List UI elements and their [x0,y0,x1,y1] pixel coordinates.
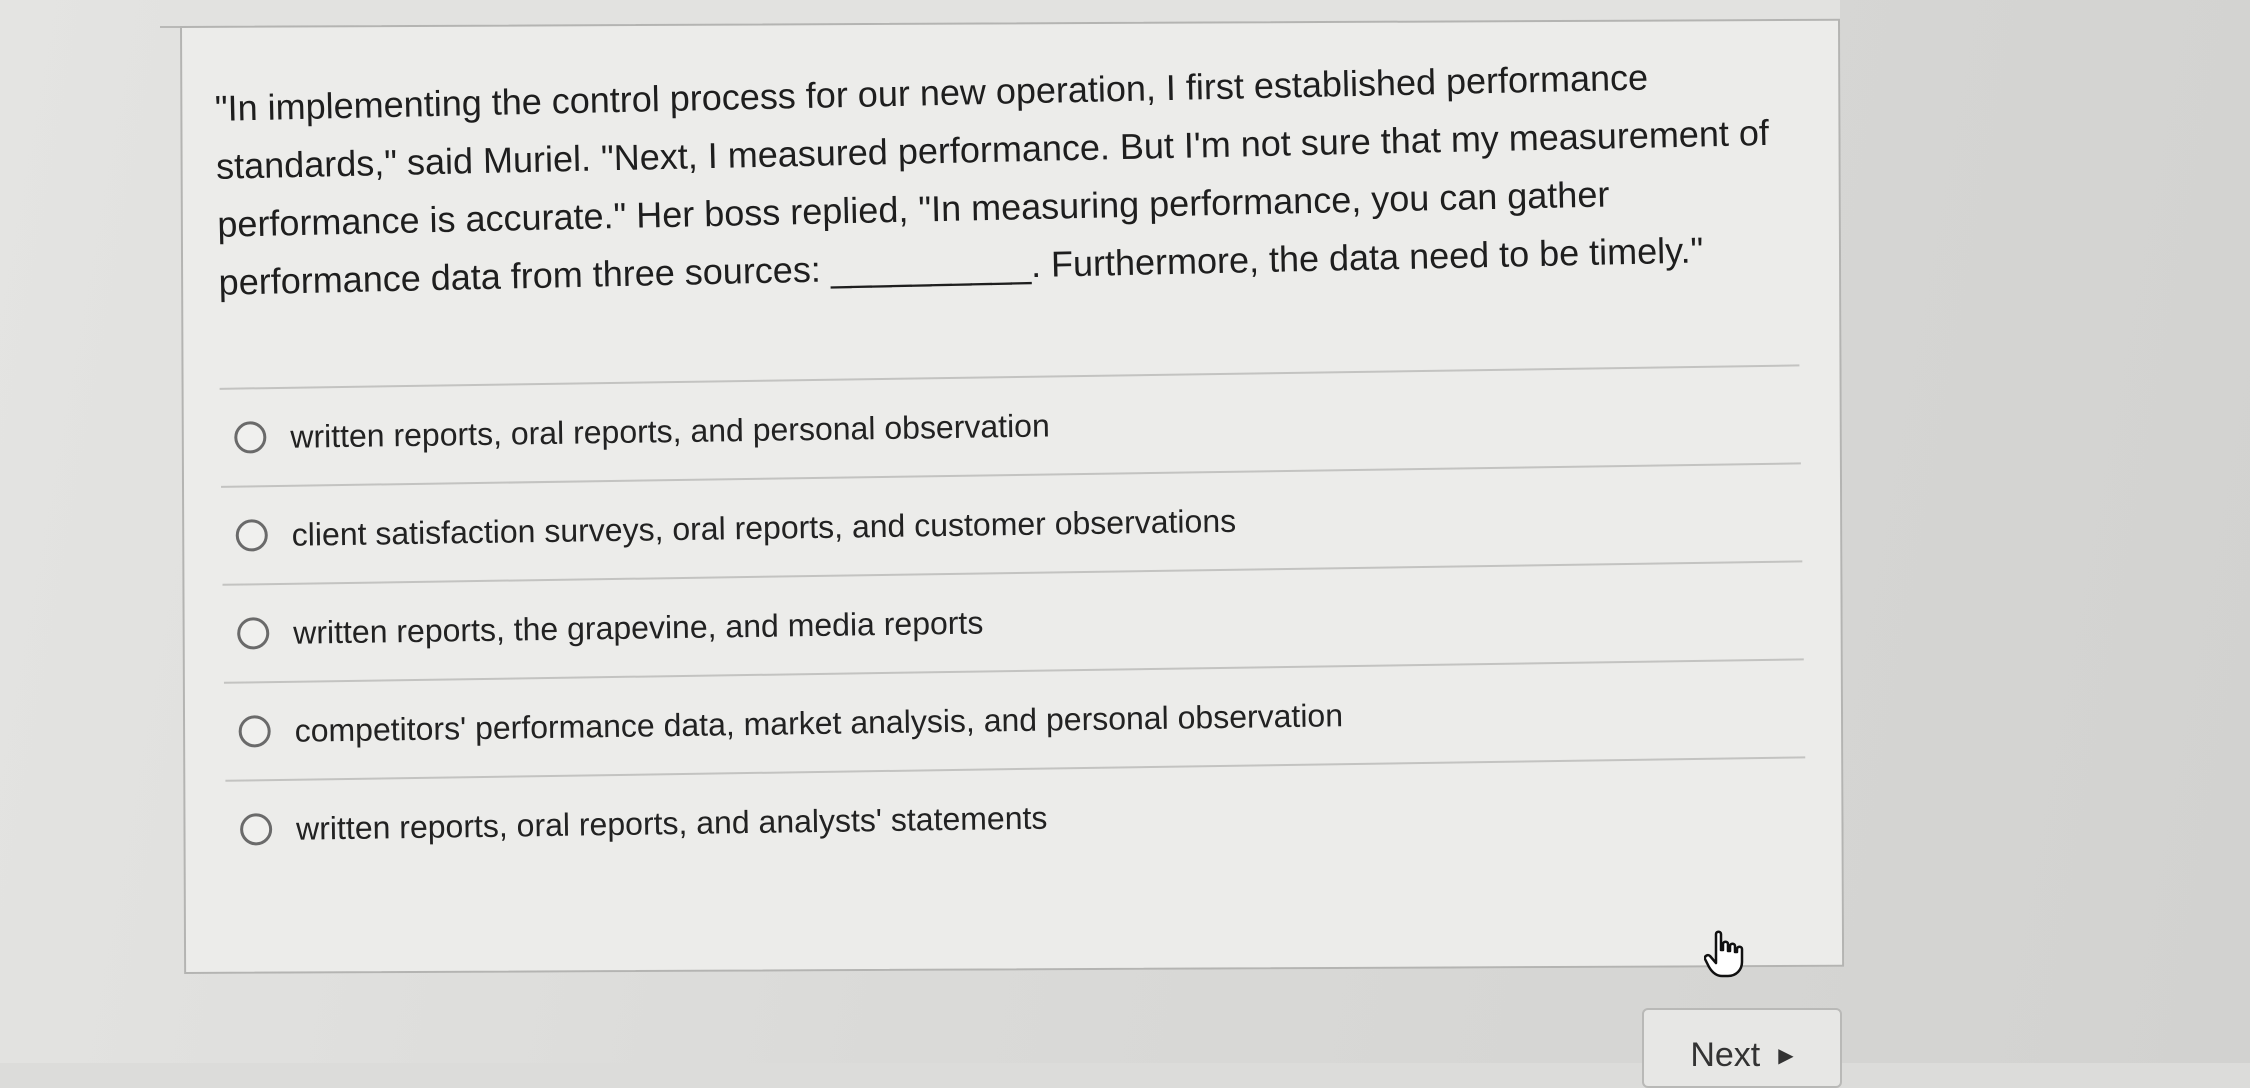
radio-button[interactable] [238,715,271,748]
answer-options: written reports, oral reports, and perso… [219,364,1807,878]
radio-button[interactable] [239,813,273,846]
radio-button[interactable] [236,617,270,650]
hand-pointer-icon [1704,930,1744,978]
question-card: "In implementing the control process for… [180,18,1845,974]
answer-option-label: written reports, oral reports, and perso… [290,407,1050,455]
radio-button[interactable] [234,421,267,454]
answer-option-label: client satisfaction surveys, oral report… [291,502,1237,553]
answer-option-label: written reports, the grapevine, and medi… [292,604,984,651]
next-button-label: Next [1690,1036,1761,1074]
answer-option-label: written reports, oral reports, and analy… [295,799,1048,847]
radio-button[interactable] [235,519,269,552]
triangle-right-icon: ▶ [1778,1045,1794,1067]
answer-option-label: competitors' performance data, market an… [294,696,1344,749]
question-text: "In implementing the control process for… [214,56,1770,303]
next-button[interactable]: Next ▶ [1642,1008,1842,1088]
